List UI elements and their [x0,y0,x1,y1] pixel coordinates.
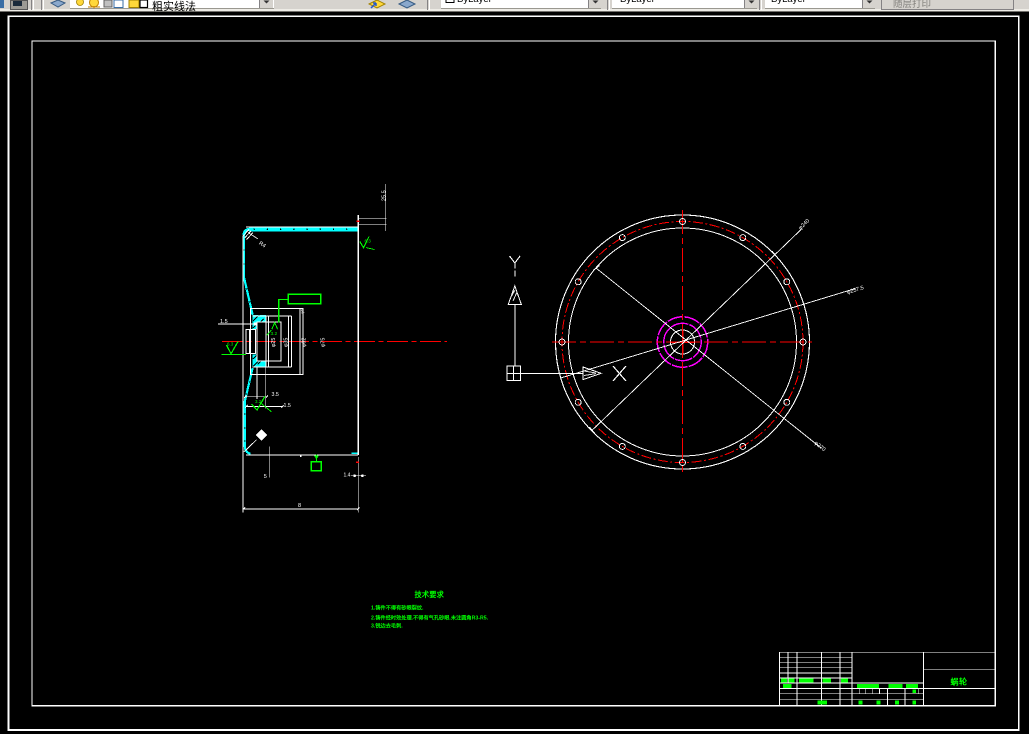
svg-text:3.锐边去毛刺.: 3.锐边去毛刺. [371,621,403,629]
svg-text:1.5: 1.5 [220,319,228,325]
svg-text:6.3: 6.3 [365,239,372,244]
svg-text:1.铸件不得有砂眼裂纹.: 1.铸件不得有砂眼裂纹. [371,604,424,612]
svg-text:25.5: 25.5 [381,190,387,201]
svg-text:2.铸件经时效处理.不得有气孔砂眼.未注圆角R3-R5.: 2.铸件经时效处理.不得有气孔砂眼.未注圆角R3-R5. [371,613,489,621]
svg-text:φ35: φ35 [284,338,290,347]
svg-text:3.5: 3.5 [272,392,279,398]
svg-text:8: 8 [298,503,301,509]
svg-text:蜗轮: 蜗轮 [951,677,968,687]
svg-text:5: 5 [264,474,267,480]
svg-text:3.2: 3.2 [271,331,278,337]
svg-text:1.4: 1.4 [344,473,351,479]
svg-text:技术要求: 技术要求 [415,590,445,599]
svg-text:φ25: φ25 [271,338,277,347]
svg-text:φ75: φ75 [321,338,327,347]
svg-text:φ62: φ62 [302,338,308,347]
svg-text:1.5: 1.5 [284,403,291,409]
svg-text:6.3: 6.3 [227,342,234,347]
svg-text:φ6: φ6 [300,308,305,314]
